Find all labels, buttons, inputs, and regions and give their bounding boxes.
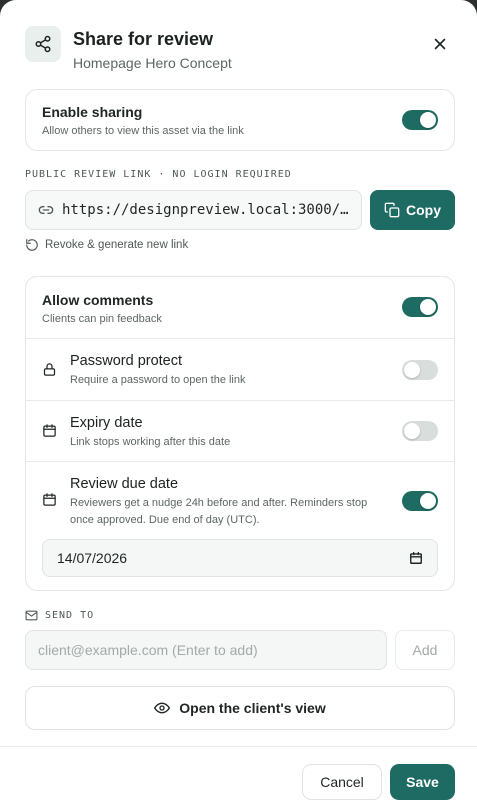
- eye-icon: [154, 702, 171, 714]
- expiry-date-title: Expiry date: [70, 415, 143, 431]
- link-settings-card: Allow comments Clients can pin feedback …: [25, 276, 455, 591]
- review-link-field[interactable]: https://designpreview.local:3000/…: [25, 190, 362, 230]
- close-button[interactable]: [428, 32, 452, 56]
- password-protect-toggle[interactable]: [402, 360, 438, 380]
- add-recipient-button[interactable]: Add: [395, 630, 455, 670]
- enable-sharing-toggle[interactable]: [402, 110, 438, 130]
- review-due-title: Review due date: [70, 476, 179, 492]
- review-due-row: Review due date Reviewers get a nudge 24…: [26, 461, 454, 591]
- password-protect-desc: Require a password to open the link: [70, 374, 246, 386]
- close-icon: [434, 38, 446, 50]
- enable-sharing-card: Enable sharing Allow others to view this…: [25, 89, 455, 151]
- copy-button[interactable]: Copy: [370, 190, 455, 230]
- allow-comments-toggle[interactable]: [402, 297, 438, 317]
- refresh-icon: [26, 239, 38, 251]
- open-client-view-label: Open the client's view: [179, 700, 326, 716]
- allow-comments-row: Allow comments Clients can pin feedback: [26, 277, 454, 338]
- revoke-link-label: Revoke & generate new link: [45, 239, 189, 251]
- expiry-date-row: Expiry date Link stops working after thi…: [26, 400, 454, 461]
- share-dialog: Share for review Homepage Hero Concept E…: [0, 0, 477, 809]
- calendar-picker-icon[interactable]: [409, 551, 423, 565]
- dialog-header: Share for review Homepage Hero Concept: [25, 26, 452, 74]
- dialog-title: Share for review: [73, 29, 214, 49]
- link-icon: [38, 206, 54, 214]
- recipient-email-input[interactable]: [25, 630, 387, 670]
- mail-icon: [25, 610, 38, 621]
- review-link-url: https://designpreview.local:3000/…: [62, 202, 349, 218]
- review-due-toggle[interactable]: [402, 491, 438, 511]
- send-to-label: SEND TO: [45, 610, 95, 621]
- public-link-label: PUBLIC REVIEW LINK · NO LOGIN REQUIRED: [25, 169, 292, 180]
- calendar-icon: [43, 424, 56, 437]
- review-due-date-value: 14/07/2026: [57, 550, 128, 566]
- copy-icon: [384, 202, 400, 218]
- enable-sharing-title: Enable sharing: [42, 104, 143, 120]
- cancel-button[interactable]: Cancel: [302, 764, 382, 800]
- save-button[interactable]: Save: [390, 764, 455, 800]
- expiry-date-toggle[interactable]: [402, 421, 438, 441]
- dialog-footer: Cancel Save: [0, 746, 477, 809]
- password-protect-title: Password protect: [70, 353, 183, 369]
- send-to-header: SEND TO: [25, 609, 94, 622]
- revoke-link-button[interactable]: Revoke & generate new link: [25, 238, 188, 252]
- review-due-desc-line2: once approved. Due end of day (UTC).: [70, 514, 260, 526]
- review-due-date-input[interactable]: 14/07/2026: [42, 539, 438, 577]
- allow-comments-title: Allow comments: [42, 292, 154, 308]
- dialog-subtitle: Homepage Hero Concept: [73, 55, 232, 71]
- password-protect-row: Password protect Require a password to o…: [26, 338, 454, 400]
- lock-icon: [43, 363, 56, 376]
- expiry-date-desc: Link stops working after this date: [70, 436, 231, 448]
- review-due-desc-line1: Reviewers get a nudge 24h before and aft…: [70, 497, 368, 509]
- copy-label: Copy: [406, 202, 441, 218]
- share-icon: [25, 26, 61, 62]
- open-client-view-button[interactable]: Open the client's view: [25, 686, 455, 730]
- allow-comments-desc: Clients can pin feedback: [42, 313, 162, 325]
- calendar-icon: [43, 493, 56, 506]
- enable-sharing-desc: Allow others to view this asset via the …: [42, 125, 244, 137]
